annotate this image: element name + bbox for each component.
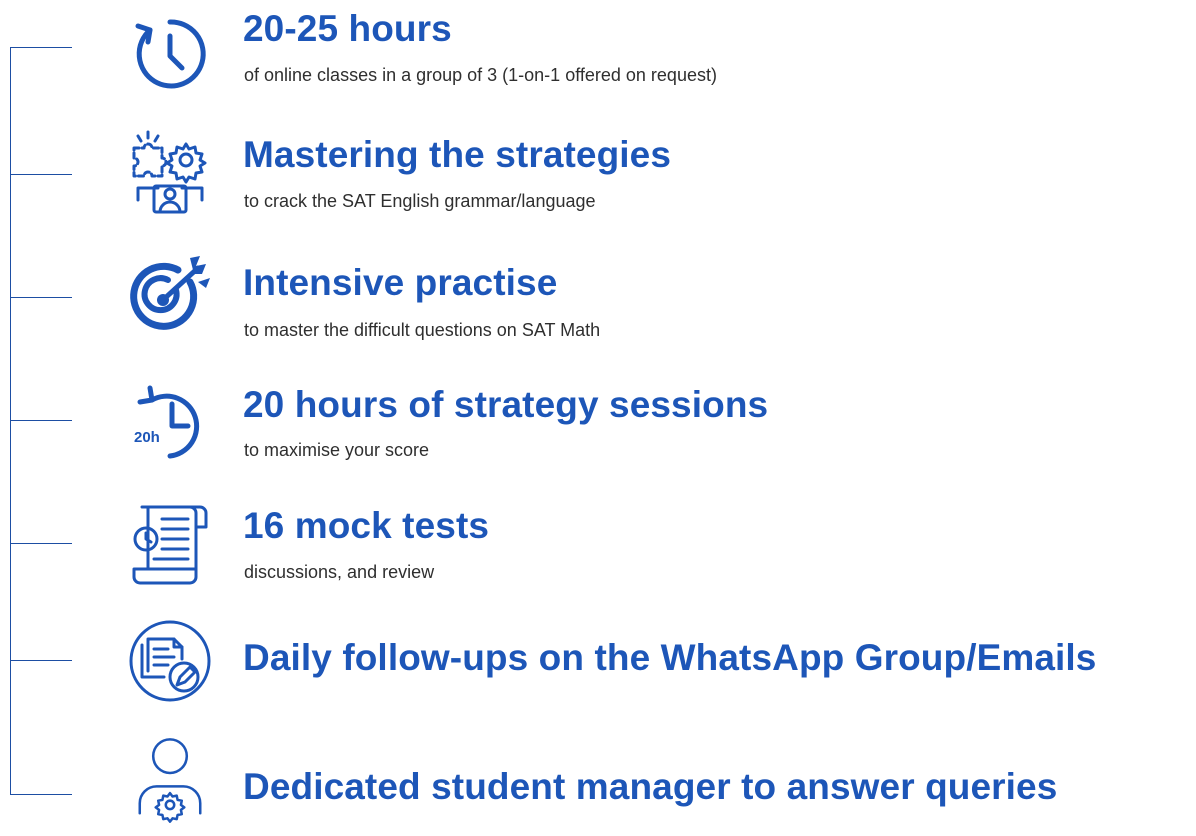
- clock-icon: [128, 12, 212, 96]
- feature-title: Dedicated student manager to answer quer…: [243, 766, 1058, 807]
- document-edit-icon: [128, 619, 212, 703]
- feature-student-manager: Dedicated student manager to answer quer…: [0, 736, 1196, 836]
- feature-title: Intensive practise: [243, 262, 558, 303]
- user-gear-icon: [128, 736, 212, 823]
- document-clock-icon: [128, 503, 212, 587]
- puzzle-gear-person-icon: [128, 130, 212, 214]
- feature-intensive-practise: Intensive practise to master the difficu…: [0, 250, 1196, 350]
- feature-title: 20-25 hours: [243, 8, 452, 49]
- target-arrow-icon: [128, 252, 212, 336]
- feature-strategy-sessions: 20h 20 hours of strategy sessions to max…: [0, 374, 1196, 474]
- feature-strategies: Mastering the strategies to crack the SA…: [0, 126, 1196, 226]
- icon-label: 20h: [134, 429, 160, 446]
- feature-daily-follow-ups: Daily follow-ups on the WhatsApp Group/E…: [0, 615, 1196, 715]
- feature-subtitle: discussions, and review: [244, 562, 435, 582]
- feature-subtitle: to master the difficult questions on SAT…: [244, 320, 601, 340]
- feature-title: Daily follow-ups on the WhatsApp Group/E…: [243, 637, 1097, 678]
- feature-title: Mastering the strategies: [243, 134, 672, 175]
- feature-subtitle: of online classes in a group of 3 (1-on-…: [244, 65, 717, 85]
- feature-title: 16 mock tests: [243, 505, 490, 546]
- feature-subtitle: to crack the SAT English grammar/languag…: [244, 191, 596, 211]
- feature-subtitle: to maximise your score: [244, 440, 430, 460]
- feature-mock-tests: 16 mock tests discussions, and review: [0, 497, 1196, 597]
- feature-online-classes: 20-25 hours of online classes in a group…: [0, 0, 1196, 100]
- clock-20h-icon: 20h: [128, 380, 212, 464]
- feature-title: 20 hours of strategy sessions: [243, 384, 769, 425]
